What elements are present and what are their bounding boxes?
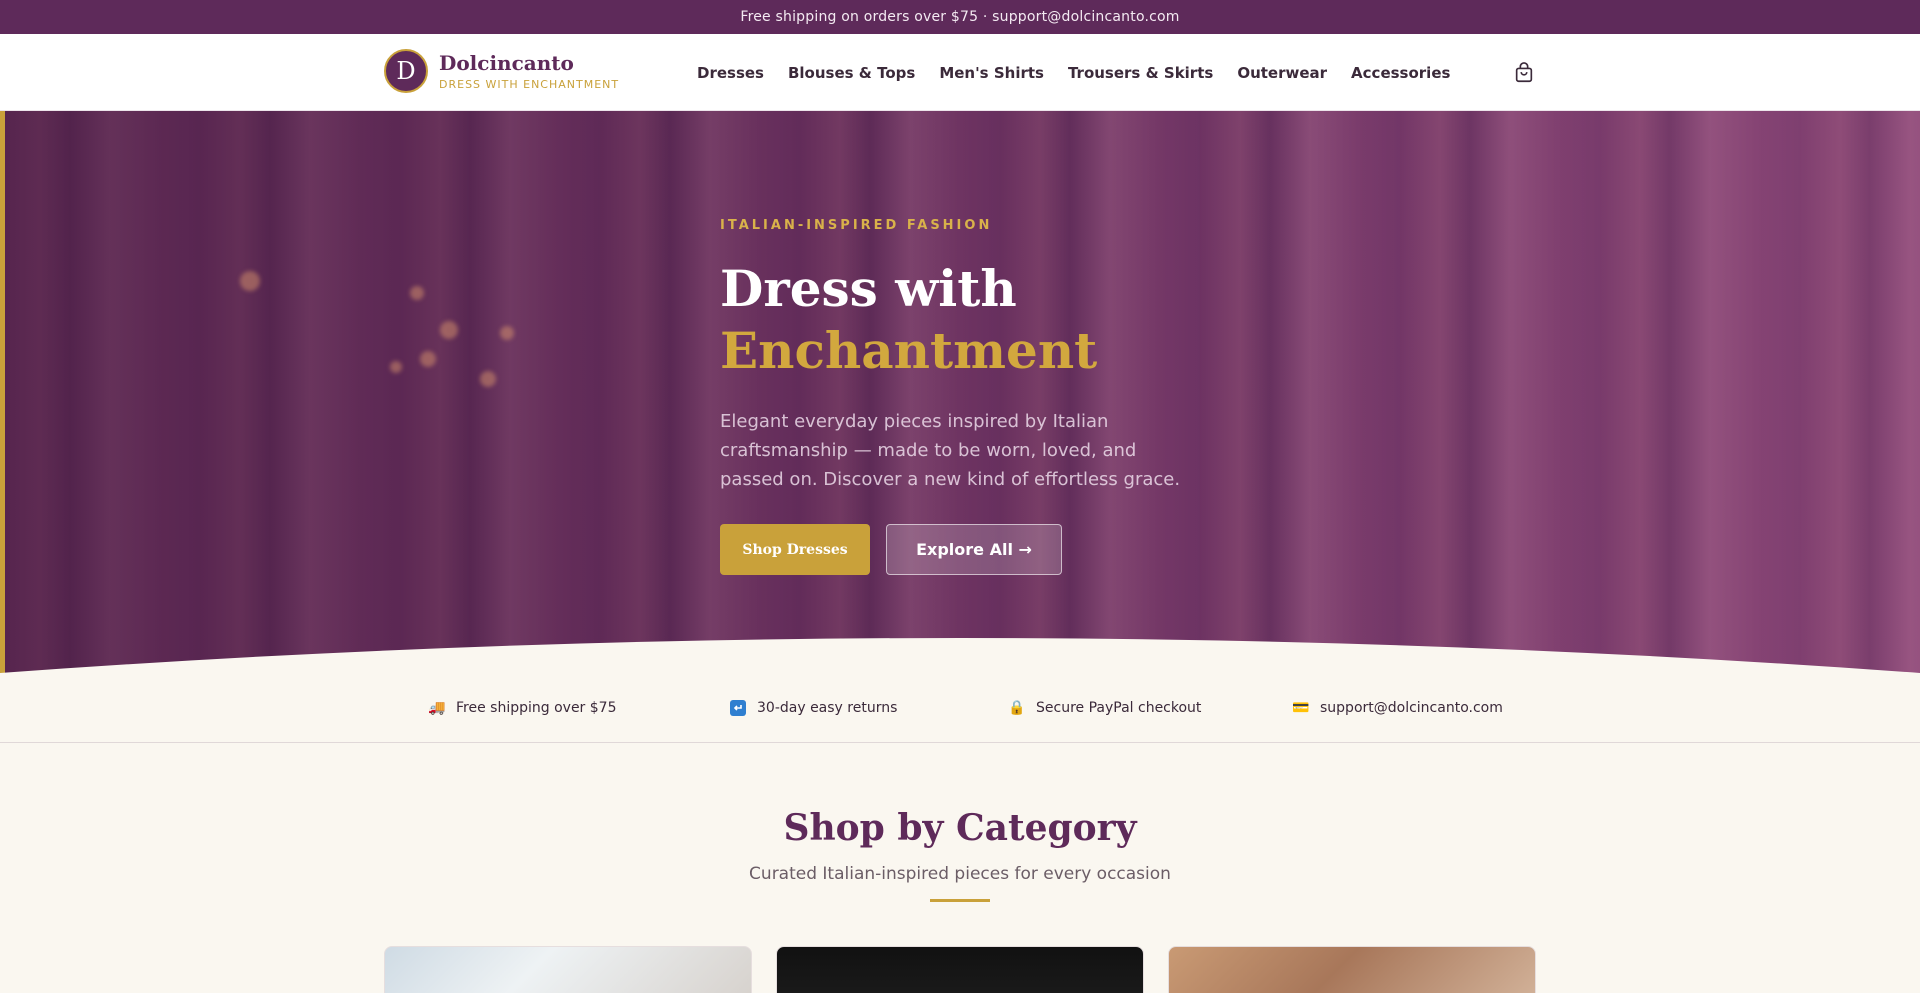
brand-name: Dolcincanto [439,51,574,75]
shopping-bag-icon [1515,62,1533,83]
explore-all-button[interactable]: Explore All → [886,524,1062,575]
hero-title-line2: Enchantment [720,321,1098,380]
announcement-text: Free shipping on orders over $75 · suppo… [740,9,1180,25]
brand-logo: D [384,49,428,93]
bokeh-light [410,286,424,300]
feature-strip: 🚚 Free shipping over $75 30-day easy ret… [0,673,1920,743]
nav-item-trousers-skirts[interactable]: Trousers & Skirts [1068,64,1213,82]
category-card-outerwear[interactable] [776,946,1144,993]
nav-item-accessories[interactable]: Accessories [1351,64,1450,82]
hero-eyebrow: ITALIAN-INSPIRED FASHION [720,218,993,233]
bokeh-light [440,321,458,339]
hero-curve-divider [0,638,1920,673]
nav-item-outerwear[interactable]: Outerwear [1237,64,1327,82]
brand-tagline: DRESS WITH ENCHANTMENT [439,78,620,91]
hero-title-line1: Dress with [720,259,1017,318]
cart-button[interactable] [1511,60,1537,86]
lock-icon: 🔒 [1008,700,1026,716]
feature-label: support@dolcincanto.com [1320,700,1503,716]
hero-content: ITALIAN-INSPIRED FASHION Dress with Ench… [720,218,1200,575]
section-divider [930,899,990,902]
hero-description: Elegant everyday pieces inspired by Ital… [720,411,1181,490]
return-icon [729,699,747,717]
feature-free-shipping: 🚚 Free shipping over $75 [428,673,616,743]
bokeh-light [420,351,436,367]
bokeh-light [500,326,514,340]
main-header: D Dolcincanto DRESS WITH ENCHANTMENT Dre… [0,34,1920,111]
nav-item-mens-shirts[interactable]: Men's Shirts [939,64,1044,82]
card-icon: 💳 [1292,700,1310,716]
feature-label: Secure PayPal checkout [1036,700,1202,716]
feature-label: 30-day easy returns [757,700,898,716]
bokeh-light [480,371,496,387]
nav-item-blouses-tops[interactable]: Blouses & Tops [788,64,915,82]
logo-letter: D [396,57,416,85]
feature-returns: 30-day easy returns [729,673,897,743]
nav-item-dresses[interactable]: Dresses [697,64,764,82]
section-title: Shop by Category [783,807,1137,849]
feature-support-email: 💳 support@dolcincanto.com [1292,673,1503,743]
bokeh-light [240,271,260,291]
hero-accent-stripe [0,111,5,673]
feature-label: Free shipping over $75 [456,700,617,716]
bokeh-light [390,361,402,373]
category-card-mens-shirts[interactable] [1168,946,1536,993]
feature-secure-checkout: 🔒 Secure PayPal checkout [1008,673,1201,743]
section-subtitle: Curated Italian-inspired pieces for ever… [749,864,1171,884]
announcement-bar: Free shipping on orders over $75 · suppo… [0,0,1920,34]
hero-banner: ITALIAN-INSPIRED FASHION Dress with Ench… [0,111,1920,673]
brand-logo-link[interactable]: D Dolcincanto DRESS WITH ENCHANTMENT [384,49,619,93]
category-card-dresses[interactable] [384,946,752,993]
truck-icon: 🚚 [428,700,446,716]
main-nav: Dresses Blouses & Tops Men's Shirts Trou… [697,34,1450,111]
shop-dresses-button[interactable]: Shop Dresses [720,524,870,575]
